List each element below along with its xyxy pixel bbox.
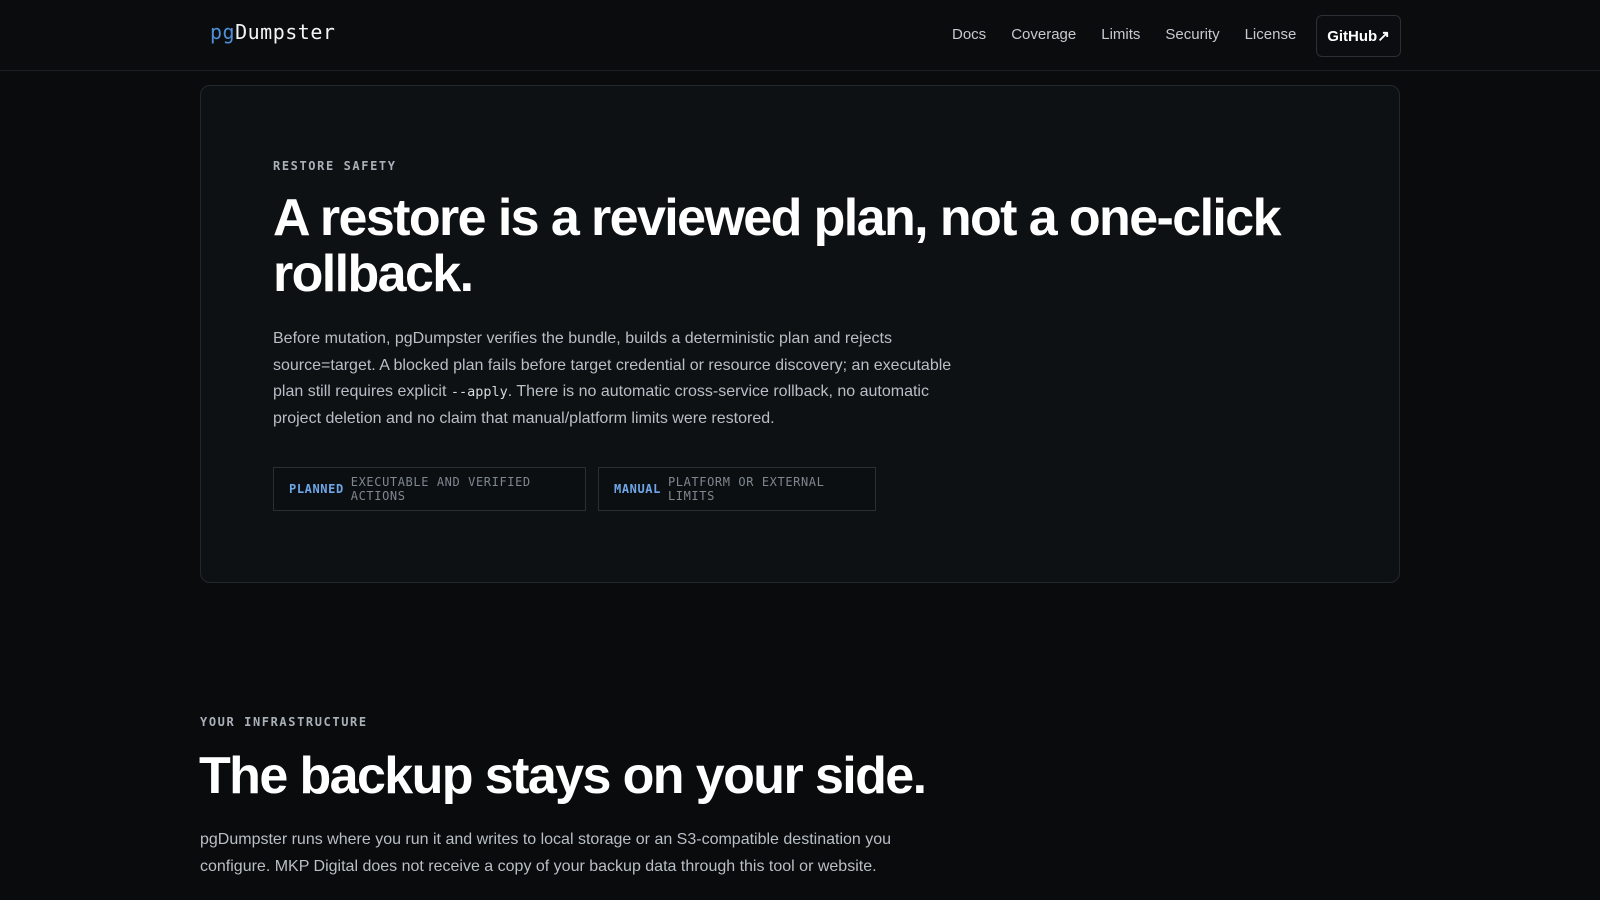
tag-text: EXECUTABLE AND VERIFIED ACTIONS [350,475,531,503]
tag-key: MANUAL [614,482,661,496]
planned-tag: PLANNED EXECUTABLE AND VERIFIED ACTIONS [273,467,586,511]
apply-flag-code: --apply [450,384,508,400]
site-header: pgDumpster Docs Coverage Limits Security… [0,0,1600,71]
manual-tag: MANUAL PLATFORM OR EXTERNAL LIMITS [598,467,876,511]
main-nav: Docs Coverage Limits Security License [952,26,1296,43]
nav-license[interactable]: License [1245,26,1297,43]
logo-name: Dumpster [235,20,336,44]
section-description: pgDumpster runs where you run it and wri… [200,831,892,875]
nav-limits[interactable]: Limits [1101,26,1140,43]
section-eyebrow: YOUR INFRASTRUCTURE [200,715,368,729]
nav-coverage[interactable]: Coverage [1011,26,1076,43]
section-title: A restore is a reviewed plan, not a one-… [273,189,1282,303]
site-logo[interactable]: pgDumpster [210,20,335,44]
logo-prefix: pg [210,20,236,44]
tag-key: PLANNED [289,482,344,496]
nav-docs[interactable]: Docs [952,26,986,43]
github-button[interactable]: GitHub↗ [1316,15,1401,57]
tag-text: PLATFORM OR EXTERNAL LIMITS [667,475,825,503]
section-eyebrow: RESTORE SAFETY [273,159,397,173]
section-title: The backup stays on your side. [199,747,927,805]
restore-safety-card: RESTORE SAFETY A restore is a reviewed p… [200,85,1400,583]
section-description: Before mutation, pgDumpster verifies the… [273,326,963,432]
nav-security[interactable]: Security [1165,26,1219,43]
